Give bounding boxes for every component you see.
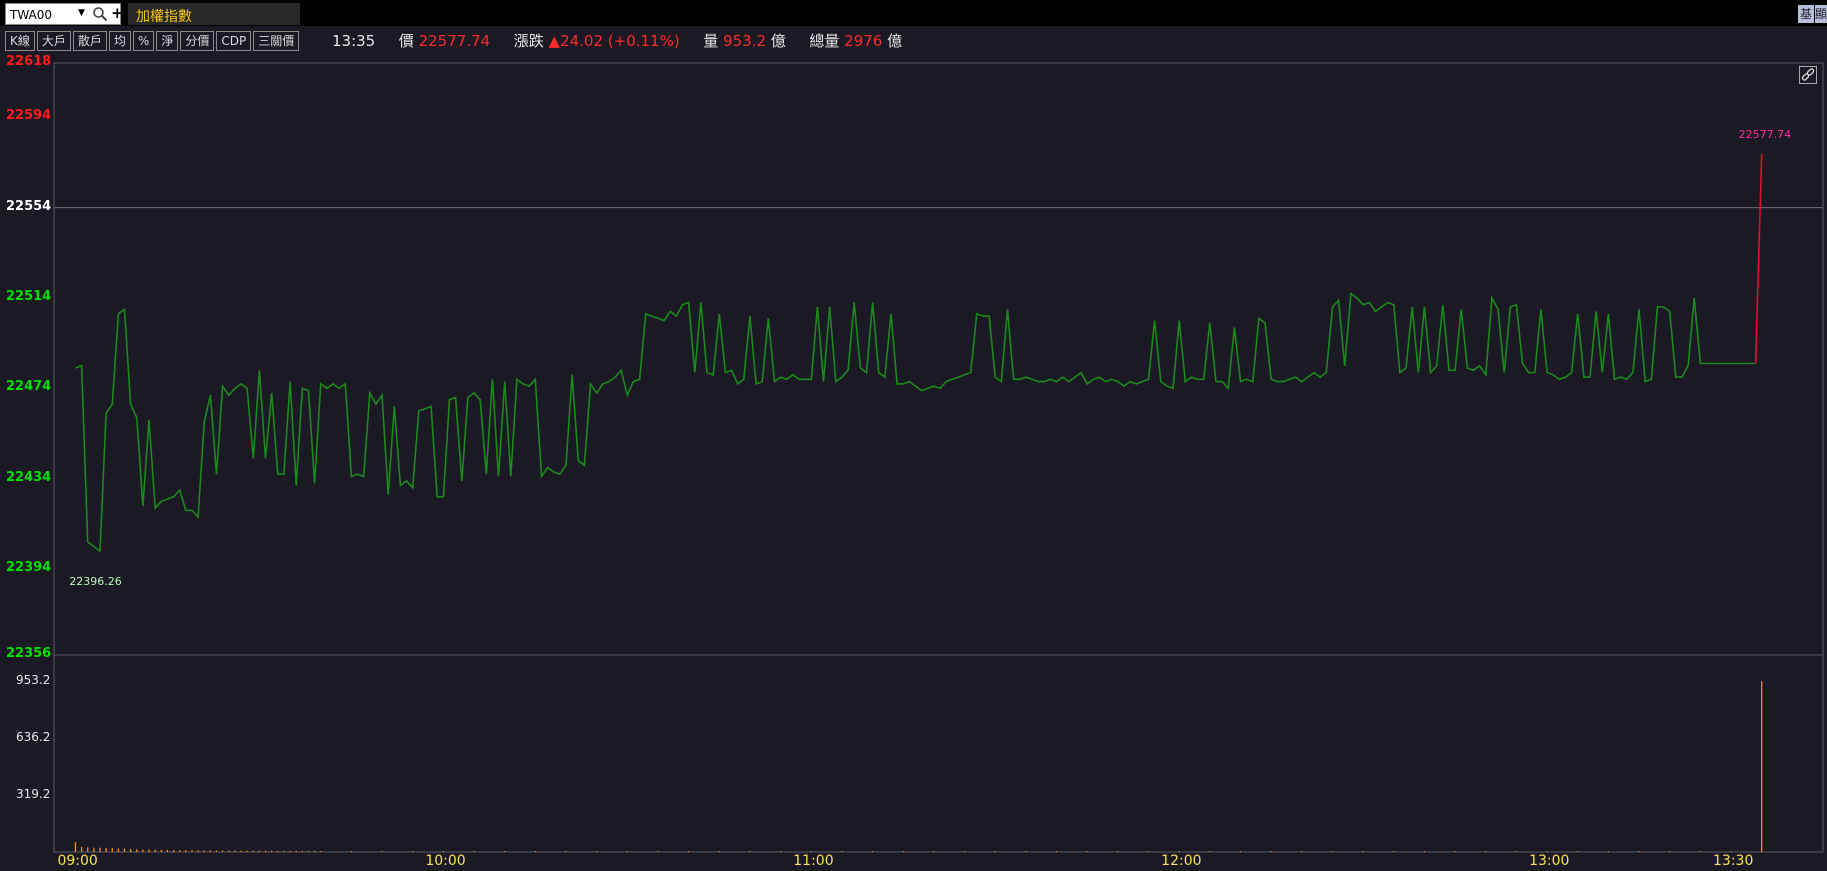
price-series-1 — [75, 292, 1756, 553]
chart-frame — [53, 62, 1824, 853]
corner-button-1[interactable]: 基 — [1798, 5, 1814, 23]
index-name-box: 加權指數 — [128, 3, 300, 25]
time-tick-label: 13:00 — [1529, 853, 1570, 869]
total-volume-unit: 億 — [887, 32, 903, 50]
quote-time: 13:35 — [332, 32, 376, 50]
time-tick-label: 10:00 — [425, 853, 466, 869]
caret-down-icon[interactable]: ▼ — [78, 8, 85, 18]
plot-border — [53, 62, 1824, 853]
corner-button-2[interactable]: 顯 — [1815, 5, 1827, 23]
three-key-price-button[interactable]: 三關價 — [253, 31, 300, 51]
time-tick-label: 11:00 — [793, 853, 834, 869]
price-line-group — [75, 153, 1763, 553]
float-button[interactable]: 淨 — [156, 31, 179, 51]
time-tick-label: 09:00 — [57, 853, 98, 869]
big-trader-button[interactable]: 大戶 — [36, 31, 71, 51]
symbol-text: TWA00 — [10, 8, 53, 22]
last-price-annotation: 22577.74 — [1738, 127, 1792, 141]
price-tick-label: 22554 — [6, 198, 52, 214]
volume-tick-label: 319.2 — [16, 786, 51, 801]
price-tick-label: 22434 — [6, 469, 52, 485]
add-symbol-button[interactable]: + — [111, 4, 124, 22]
volume-unit: 億 — [770, 32, 786, 50]
volume-label: 量 — [703, 32, 719, 50]
price-value: 22577.74 — [418, 32, 491, 50]
price-tick-label: 22514 — [6, 288, 52, 304]
chart-toolbar: K線 大戶 散戶 均 % 淨 分價 CDP 三關價 — [5, 31, 300, 51]
time-tick-label: 13:30 — [1713, 853, 1754, 869]
price-label: 價 — [398, 32, 414, 50]
price-tick-label: 22394 — [6, 560, 52, 576]
quote-bar: 13:35 價 22577.74 漲跌 ▲24.02 (+0.11%) 量 95… — [332, 30, 902, 51]
magnifier-icon[interactable] — [92, 6, 108, 22]
price-tick-label: 22356 — [6, 646, 52, 661]
percent-button[interactable]: % — [132, 31, 155, 51]
chart-canvas — [53, 62, 1824, 853]
total-volume-label: 總量 — [809, 32, 840, 50]
cdp-button[interactable]: CDP — [216, 31, 252, 51]
volume-tick-label: 636.2 — [16, 730, 51, 745]
volume-value: 953.2 — [723, 32, 767, 50]
change-value: ▲24.02 (+0.11%) — [548, 32, 680, 50]
index-name: 加權指數 — [136, 9, 192, 25]
volume-bar-group — [74, 681, 1763, 852]
price-series-2 — [1754, 153, 1763, 364]
retail-trader-button[interactable]: 散戶 — [72, 31, 107, 51]
volume-tick-label: 953.2 — [16, 673, 51, 688]
price-tick-label: 22594 — [6, 108, 52, 124]
time-tick-label: 12:00 — [1161, 853, 1202, 869]
link-icon[interactable] — [1799, 66, 1817, 84]
top-bar: TWA00 ▼ + 加權指數 基 顯 — [0, 0, 1827, 26]
price-tick-label: 22474 — [6, 379, 52, 395]
low-price-annotation: 22396.26 — [69, 575, 122, 589]
price-distribution-button[interactable]: 分價 — [180, 31, 215, 51]
total-volume-value: 2976 — [844, 32, 883, 50]
symbol-input[interactable]: TWA00 ▼ + — [5, 3, 124, 25]
average-button[interactable]: 均 — [108, 31, 131, 51]
change-label: 漲跌 — [513, 32, 544, 50]
price-tick-label: 22618 — [6, 54, 52, 69]
k-line-button[interactable]: K線 — [5, 31, 35, 51]
